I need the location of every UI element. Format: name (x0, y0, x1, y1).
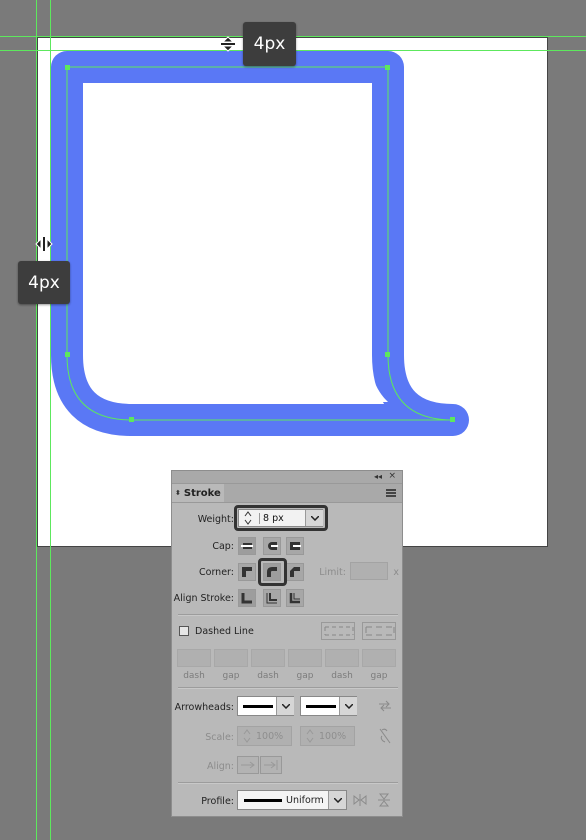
gap-label: gap (370, 671, 388, 681)
end-arrowhead-dropdown-icon[interactable] (339, 697, 357, 715)
arrow-tip-beyond-button[interactable] (237, 756, 259, 774)
separator (178, 687, 398, 689)
cap-label: Cap: (212, 541, 234, 552)
swap-arrowheads-icon[interactable] (378, 700, 392, 712)
panel-titlebar[interactable]: ◂◂ × (172, 471, 402, 484)
link-scale-icon[interactable] (379, 728, 391, 744)
gap-label: gap (222, 671, 240, 681)
measure-tooltip-left: 4px (18, 261, 70, 304)
end-scale-field[interactable]: 100% (300, 726, 355, 746)
anchor-point (385, 65, 390, 70)
guide-vertical[interactable] (50, 0, 51, 840)
panel-menu-icon[interactable] (386, 489, 396, 497)
tab-expand-icon[interactable]: ⬍ (175, 489, 181, 497)
inner-fill (85, 85, 388, 402)
arrow-tip-at-end-button[interactable] (260, 756, 282, 774)
scale-stepper-icon[interactable] (305, 729, 315, 743)
scale-stepper-icon[interactable] (242, 729, 252, 743)
anchor-point (65, 65, 70, 70)
resize-horizontal-cursor-icon (35, 237, 53, 251)
tab-row: ⬍ Stroke (172, 484, 402, 503)
dash-label: dash (183, 671, 205, 681)
scale-label: Scale: (205, 732, 234, 743)
tab-stroke-label: Stroke (183, 487, 221, 499)
tab-stroke[interactable]: ⬍ Stroke (172, 484, 224, 502)
weight-highlight (234, 505, 328, 531)
bevel-join-button[interactable] (286, 563, 304, 581)
profile-label: Profile: (201, 796, 234, 807)
limit-unit: x (393, 567, 399, 578)
corner-label: Corner: (199, 567, 234, 578)
dash-label: dash (257, 671, 279, 681)
profile-uniform-swatch (244, 799, 282, 802)
align-outside-button[interactable] (286, 589, 304, 607)
separator (178, 614, 398, 616)
align-label: Align: (206, 761, 234, 772)
gap-field[interactable] (288, 649, 322, 667)
dash-field[interactable] (251, 649, 285, 667)
miter-join-button[interactable] (238, 563, 256, 581)
limit-label: Limit: (319, 567, 346, 578)
end-scale-value: 100% (319, 730, 347, 742)
gap-label: gap (296, 671, 314, 681)
arrowhead-none-swatch (306, 705, 336, 708)
dash-field[interactable] (177, 649, 211, 667)
anchor-point (65, 352, 70, 357)
gap-field[interactable] (362, 649, 396, 667)
align-inside-button[interactable] (263, 589, 281, 607)
arrowhead-none-swatch (243, 705, 273, 708)
align-center-button[interactable] (238, 589, 256, 607)
anchor-point (385, 352, 390, 357)
round-join-highlight (258, 558, 287, 586)
align-dash-corners-button[interactable] (362, 622, 396, 640)
start-scale-value: 100% (256, 730, 284, 742)
anchor-point (129, 417, 134, 422)
flip-across-icon[interactable] (377, 793, 391, 807)
dash-field[interactable] (325, 649, 359, 667)
gap-field[interactable] (214, 649, 248, 667)
dashed-line-checkbox[interactable] (179, 626, 189, 636)
projecting-cap-button[interactable] (286, 537, 304, 555)
butt-cap-button[interactable] (238, 537, 256, 555)
start-arrowhead-dropdown-icon[interactable] (276, 697, 294, 715)
guide-vertical[interactable] (36, 0, 37, 840)
profile-value: Uniform (286, 795, 324, 806)
measure-tooltip-top: 4px (243, 22, 296, 66)
weight-label: Weight: (197, 514, 234, 525)
limit-field[interactable] (350, 562, 388, 580)
align-stroke-label: Align Stroke: (173, 593, 234, 604)
profile-dropdown-icon[interactable] (328, 791, 346, 809)
close-icon[interactable]: × (388, 471, 396, 481)
start-scale-field[interactable]: 100% (237, 726, 292, 746)
flip-along-icon[interactable] (353, 793, 367, 807)
arrowheads-label: Arrowheads: (174, 702, 234, 713)
dashed-line-label: Dashed Line (195, 626, 254, 637)
separator (178, 782, 398, 784)
preserve-dash-button[interactable] (321, 622, 355, 640)
collapse-icon[interactable]: ◂◂ (374, 472, 382, 481)
stroke-panel: ◂◂ × ⬍ Stroke Weight: 8 px Cap: Corner: … (171, 470, 403, 817)
anchor-point (450, 417, 455, 422)
dash-label: dash (331, 671, 353, 681)
resize-vertical-cursor-icon (221, 36, 235, 52)
round-cap-button[interactable] (263, 537, 281, 555)
